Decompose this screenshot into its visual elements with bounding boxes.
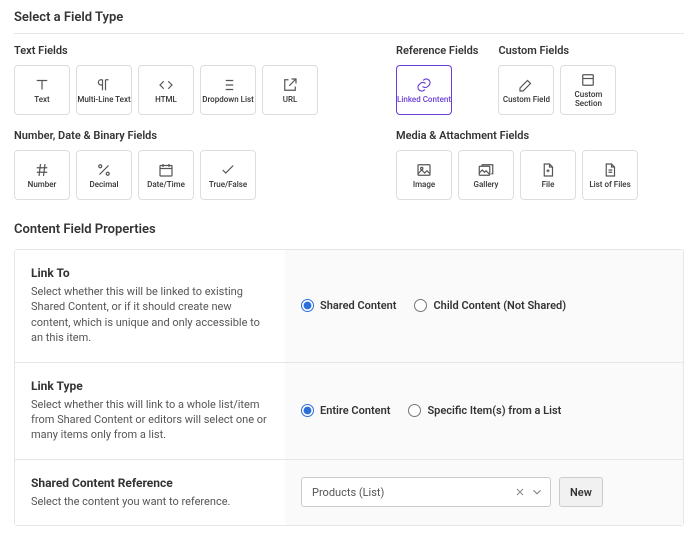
section-title-number-fields: Number, Date & Binary Fields	[14, 129, 384, 142]
properties-panel: Link To Select whether this will be link…	[14, 249, 684, 526]
code-icon	[157, 76, 175, 94]
tile-label: Date/Time	[147, 181, 185, 190]
percent-icon	[95, 161, 113, 179]
prop-reference-label: Shared Content Reference	[31, 476, 269, 490]
tile-label: Multi-Line Text	[77, 96, 130, 105]
section-title-text-fields: Text Fields	[14, 44, 384, 57]
section-icon	[579, 71, 597, 89]
field-tile-html[interactable]: HTML	[138, 65, 194, 115]
tile-label: Gallery	[474, 181, 499, 190]
radio-input[interactable]	[301, 299, 314, 312]
radio-input[interactable]	[408, 404, 421, 417]
field-tile-custom-section[interactable]: Custom Section	[560, 65, 616, 115]
field-tile-decimal[interactable]: Decimal	[76, 150, 132, 200]
file-icon	[539, 161, 557, 179]
field-tile-file[interactable]: File	[520, 150, 576, 200]
file-list-icon	[601, 161, 619, 179]
tile-label: Custom Field	[503, 96, 550, 105]
external-link-icon	[281, 76, 299, 94]
reference-selected-value: Products (List)	[312, 486, 514, 499]
radio-label: Shared Content	[320, 299, 396, 312]
radio-entire-content[interactable]: Entire Content	[301, 404, 390, 417]
tile-label: Number	[28, 181, 57, 190]
radio-label: Child Content (Not Shared)	[433, 299, 566, 312]
list-icon	[219, 76, 237, 94]
tile-label: Custom Section	[561, 91, 615, 109]
field-tile-gallery[interactable]: Gallery	[458, 150, 514, 200]
field-tile-datetime[interactable]: Date/Time	[138, 150, 194, 200]
image-icon	[415, 161, 433, 179]
prop-link-to-desc: Select whether this will be linked to ex…	[31, 284, 269, 346]
tile-label: Decimal	[89, 181, 118, 190]
tile-label: List of Files	[589, 181, 630, 190]
page-title: Select a Field Type	[14, 10, 684, 25]
tile-label: File	[542, 181, 555, 190]
radio-input[interactable]	[414, 299, 427, 312]
calendar-icon	[157, 161, 175, 179]
field-tile-text[interactable]: Text	[14, 65, 70, 115]
prop-reference-desc: Select the content you want to reference…	[31, 494, 269, 509]
prop-link-type-label: Link Type	[31, 379, 269, 393]
new-button[interactable]: New	[559, 477, 603, 507]
new-button-label: New	[570, 486, 592, 499]
edit-icon	[517, 76, 535, 94]
section-title-reference-fields: Reference Fields	[396, 44, 478, 57]
prop-link-to-label: Link To	[31, 266, 269, 280]
radio-child-content[interactable]: Child Content (Not Shared)	[414, 299, 566, 312]
properties-title: Content Field Properties	[14, 222, 684, 237]
field-tile-number[interactable]: Number	[14, 150, 70, 200]
divider	[14, 33, 684, 34]
field-tile-filelist[interactable]: List of Files	[582, 150, 638, 200]
gallery-icon	[477, 161, 495, 179]
field-tile-url[interactable]: URL	[262, 65, 318, 115]
field-tile-boolean[interactable]: True/False	[200, 150, 256, 200]
field-tile-dropdown[interactable]: Dropdown List	[200, 65, 256, 115]
radio-shared-content[interactable]: Shared Content	[301, 299, 396, 312]
chevron-down-icon[interactable]	[530, 485, 544, 499]
tile-label: True/False	[209, 181, 247, 190]
tile-label: Text	[34, 96, 49, 105]
section-title-media-fields: Media & Attachment Fields	[396, 129, 638, 142]
section-title-custom-fields: Custom Fields	[498, 44, 616, 57]
tile-label: URL	[283, 96, 298, 105]
tile-label: Image	[413, 181, 435, 190]
field-tile-image[interactable]: Image	[396, 150, 452, 200]
hash-icon	[33, 161, 51, 179]
link-icon	[415, 76, 433, 94]
reference-select[interactable]: Products (List)	[301, 477, 551, 507]
paragraph-icon	[95, 76, 113, 94]
field-tile-custom-field[interactable]: Custom Field	[498, 65, 554, 115]
radio-label: Entire Content	[320, 404, 390, 417]
tile-label: Dropdown List	[202, 96, 254, 105]
tile-label: Linked Content	[397, 96, 451, 105]
tile-label: HTML	[155, 96, 177, 105]
radio-input[interactable]	[301, 404, 314, 417]
clear-icon[interactable]	[514, 486, 526, 498]
prop-link-type-desc: Select whether this will link to a whole…	[31, 397, 269, 443]
radio-label: Specific Item(s) from a List	[427, 404, 561, 417]
check-icon	[219, 161, 237, 179]
field-tile-multiline[interactable]: Multi-Line Text	[76, 65, 132, 115]
text-icon	[33, 76, 51, 94]
field-tile-linked-content[interactable]: Linked Content	[396, 65, 452, 115]
radio-specific-items[interactable]: Specific Item(s) from a List	[408, 404, 561, 417]
